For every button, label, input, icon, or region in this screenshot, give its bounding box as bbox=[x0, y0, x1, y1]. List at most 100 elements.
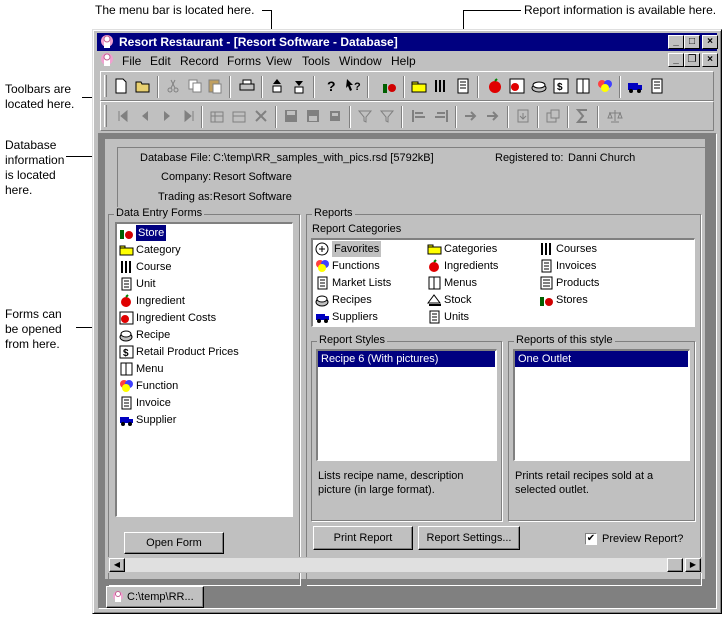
menus-icon bbox=[427, 276, 442, 290]
cut-icon[interactable] bbox=[165, 78, 181, 94]
unit-icon bbox=[119, 277, 134, 291]
menu-file[interactable]: File bbox=[122, 54, 141, 68]
new-record-icon[interactable] bbox=[209, 108, 225, 124]
ingredient-costs-icon bbox=[119, 311, 134, 325]
report-styles-list[interactable]: Recipe 6 (With pictures) bbox=[316, 349, 497, 461]
menu-record[interactable]: Record bbox=[180, 54, 219, 68]
delete-record-icon[interactable] bbox=[253, 108, 269, 124]
filter-icon[interactable] bbox=[357, 108, 373, 124]
menu-view[interactable]: View bbox=[266, 54, 292, 68]
unit-icon[interactable] bbox=[455, 78, 471, 94]
toolbar-separator bbox=[403, 76, 405, 98]
retail-prices-icon: $ bbox=[119, 345, 134, 359]
menu-help[interactable]: Help bbox=[391, 54, 416, 68]
print-report-button[interactable]: Print Report bbox=[313, 526, 413, 550]
duplicate-record-icon[interactable] bbox=[231, 108, 247, 124]
menu-window[interactable]: Window bbox=[339, 54, 382, 68]
open-icon[interactable] bbox=[135, 78, 151, 94]
report-style-selected[interactable]: Recipe 6 (With pictures) bbox=[318, 351, 495, 367]
category-icon[interactable] bbox=[411, 78, 427, 94]
callout-menu-bar: The menu bar is located here. bbox=[95, 3, 255, 17]
revert-icon[interactable] bbox=[327, 108, 343, 124]
course-icon bbox=[119, 260, 134, 274]
doc-restore-button[interactable]: ❐ bbox=[684, 53, 700, 67]
windows-icon[interactable] bbox=[545, 108, 561, 124]
app-icon[interactable] bbox=[99, 34, 115, 50]
toolbar-separator bbox=[367, 76, 369, 98]
sum-icon[interactable] bbox=[575, 108, 591, 124]
menu-tools[interactable]: Tools bbox=[302, 54, 330, 68]
last-record-icon[interactable] bbox=[181, 108, 197, 124]
reports-title: Reports bbox=[312, 207, 355, 219]
toolbar-separator bbox=[597, 106, 599, 128]
svg-text:?: ? bbox=[327, 78, 336, 94]
menu-icon bbox=[119, 362, 134, 376]
doc-minimize-button[interactable]: _ bbox=[668, 53, 684, 67]
scroll-left-arrow-icon[interactable]: ◀ bbox=[109, 558, 125, 572]
scroll-thumb[interactable] bbox=[667, 558, 683, 572]
report-categories-list[interactable]: Favorites Functions Market Lists Recipes… bbox=[311, 238, 695, 327]
reports-of-style-list[interactable]: One Outlet bbox=[513, 349, 690, 461]
copy-icon[interactable] bbox=[187, 78, 203, 94]
align-left-icon[interactable] bbox=[411, 108, 427, 124]
invoice-icon[interactable] bbox=[649, 78, 665, 94]
insert-icon[interactable] bbox=[515, 108, 531, 124]
toolbar-separator bbox=[477, 76, 479, 98]
move-down-icon[interactable] bbox=[485, 108, 501, 124]
next-record-icon[interactable] bbox=[159, 108, 175, 124]
toolbar-grip[interactable] bbox=[104, 105, 107, 127]
save-all-icon[interactable] bbox=[305, 108, 321, 124]
report-of-style-selected[interactable]: One Outlet bbox=[515, 351, 688, 367]
open-form-button[interactable]: Open Form bbox=[124, 532, 224, 554]
supplier-icon[interactable] bbox=[627, 78, 643, 94]
new-icon[interactable] bbox=[113, 78, 129, 94]
toolbar-records bbox=[100, 101, 714, 131]
recipe-icon[interactable] bbox=[531, 78, 547, 94]
app-window: Resort Restaurant - [Resort Software - D… bbox=[92, 29, 722, 614]
close-button[interactable]: × bbox=[702, 35, 718, 49]
suppliers-icon bbox=[315, 310, 330, 324]
favorites-icon bbox=[315, 242, 330, 256]
horizontal-scrollbar[interactable]: ◀ ▶ bbox=[108, 557, 702, 573]
menu-icon[interactable] bbox=[575, 78, 591, 94]
paste-icon[interactable] bbox=[207, 78, 223, 94]
report-settings-button[interactable]: Report Settings... bbox=[418, 526, 520, 550]
maximize-button[interactable]: □ bbox=[684, 35, 700, 49]
course-icon[interactable] bbox=[433, 78, 449, 94]
doc-close-button[interactable]: × bbox=[702, 53, 718, 67]
registered-value: Danni Church bbox=[568, 152, 636, 164]
ingredient-icon bbox=[119, 294, 134, 308]
document-tab[interactable]: C:\temp\RR... bbox=[106, 586, 204, 608]
toolbar-grip[interactable] bbox=[104, 75, 107, 97]
preview-report-checkbox[interactable]: ✔ bbox=[585, 533, 597, 545]
sort-ascending-icon[interactable] bbox=[269, 78, 285, 94]
move-up-icon[interactable] bbox=[463, 108, 479, 124]
function-icon[interactable] bbox=[597, 78, 613, 94]
retail-prices-icon[interactable]: $ bbox=[553, 78, 569, 94]
database-info-panel: Database File: C:\temp\RR_samples_with_p… bbox=[117, 147, 707, 207]
save-icon[interactable] bbox=[283, 108, 299, 124]
store-icon[interactable] bbox=[381, 78, 397, 94]
previous-record-icon[interactable] bbox=[137, 108, 153, 124]
print-icon[interactable] bbox=[239, 78, 255, 94]
menu-forms[interactable]: Forms bbox=[227, 54, 261, 68]
help-icon[interactable]: ? bbox=[323, 78, 339, 94]
document-icon[interactable] bbox=[99, 52, 115, 68]
filter-clear-icon[interactable] bbox=[379, 108, 395, 124]
scales-icon[interactable] bbox=[607, 108, 623, 124]
scroll-right-arrow-icon[interactable]: ▶ bbox=[685, 558, 701, 572]
stock-icon bbox=[427, 293, 442, 307]
window-title: Resort Restaurant - [Resort Software - D… bbox=[119, 35, 398, 49]
invoices-icon bbox=[539, 259, 554, 273]
data-entry-list[interactable]: Store Category Course Unit Ingredient In… bbox=[115, 222, 293, 517]
ingredient-icon[interactable] bbox=[487, 78, 503, 94]
ingredient-costs-icon[interactable] bbox=[509, 78, 525, 94]
category-icon bbox=[119, 243, 134, 257]
menu-edit[interactable]: Edit bbox=[150, 54, 171, 68]
svg-text:$: $ bbox=[123, 348, 129, 359]
align-right-icon[interactable] bbox=[433, 108, 449, 124]
first-record-icon[interactable] bbox=[115, 108, 131, 124]
minimize-button[interactable]: _ bbox=[668, 35, 684, 49]
sort-descending-icon[interactable] bbox=[291, 78, 307, 94]
context-help-icon[interactable]: ? bbox=[345, 78, 361, 94]
